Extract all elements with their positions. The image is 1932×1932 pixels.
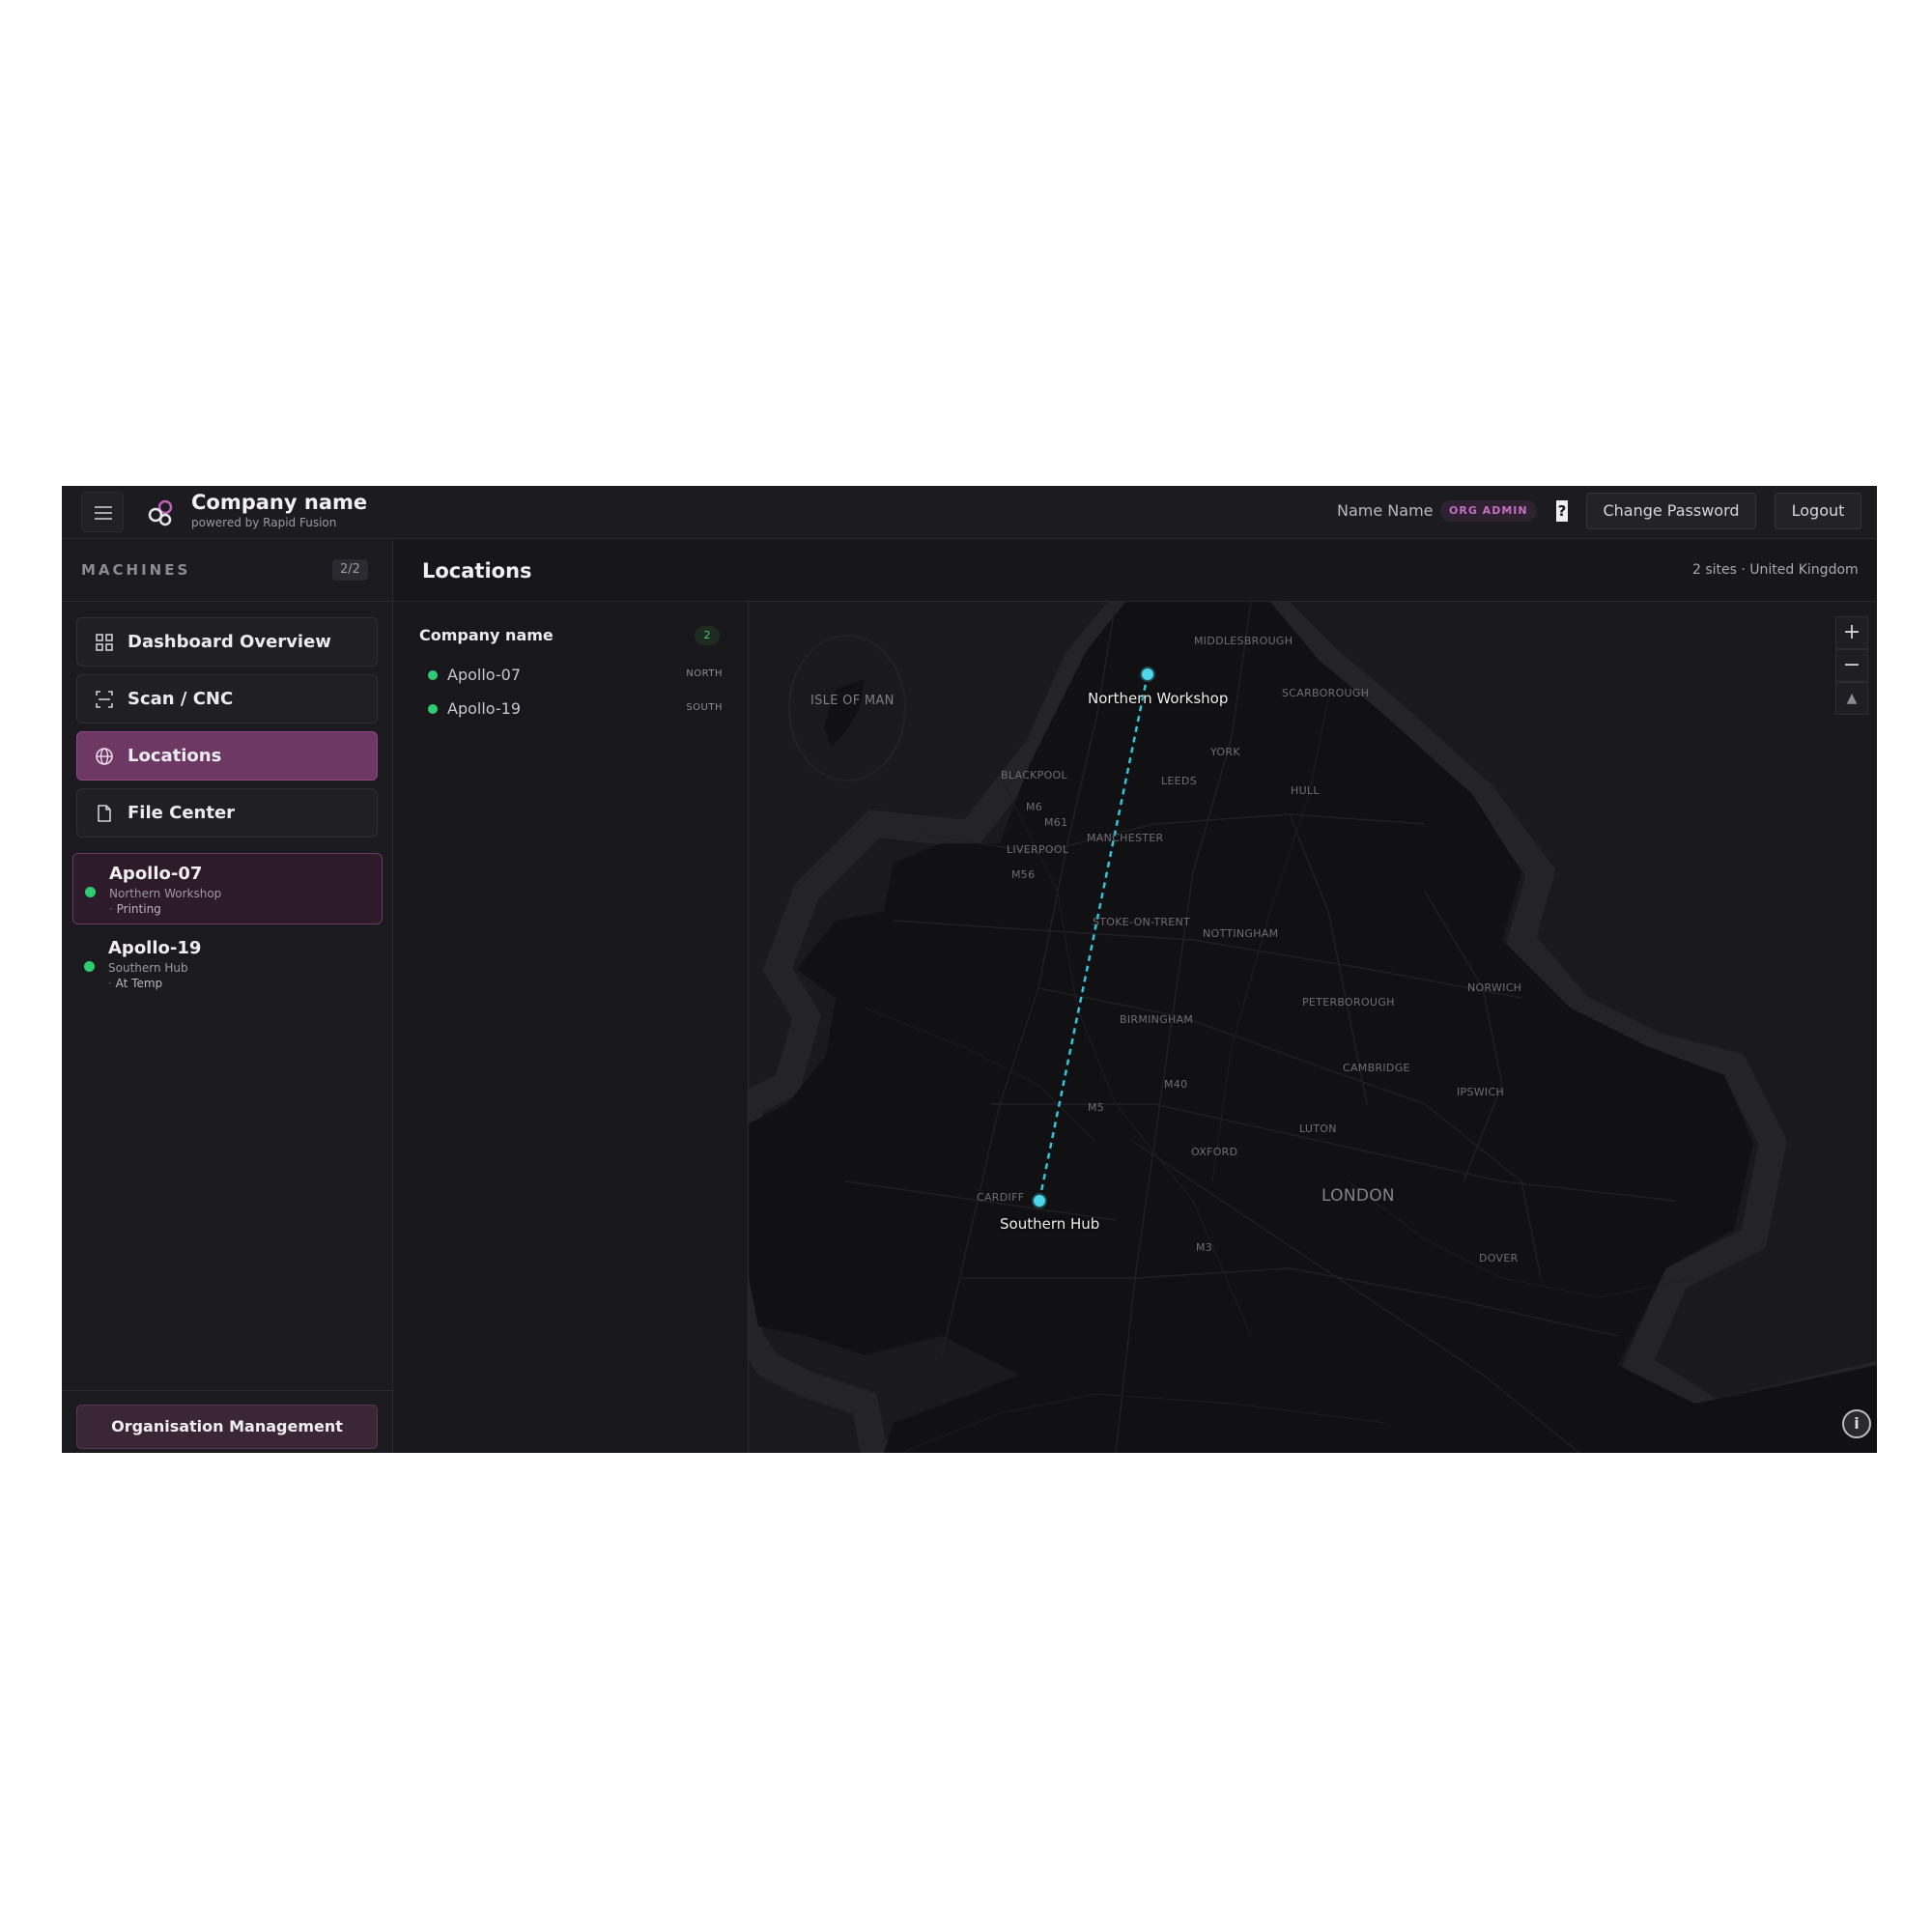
map-place-label: M3 xyxy=(1196,1241,1213,1254)
map-place-label: IPSWICH xyxy=(1457,1086,1505,1098)
group-count-badge: 2 xyxy=(695,626,720,645)
site-row-apollo-07[interactable]: Apollo-07 NORTH xyxy=(428,664,723,687)
machine-status: At Temp xyxy=(108,977,163,990)
sites-summary: 2 sites · United Kingdom xyxy=(1692,562,1859,578)
map-pin-northern-workshop[interactable] xyxy=(1140,667,1155,682)
machine-status: Printing xyxy=(109,902,161,916)
map-info-button[interactable]: i xyxy=(1842,1409,1871,1438)
map-place-label: NORWICH xyxy=(1467,981,1522,994)
map-place-label: OXFORD xyxy=(1191,1146,1238,1158)
map-place-label: BLACKPOOL xyxy=(1001,769,1067,781)
map-pin-label: Southern Hub xyxy=(1000,1215,1100,1233)
machine-location: Southern Hub xyxy=(108,961,188,975)
map-place-label: CAMBRIDGE xyxy=(1343,1062,1410,1074)
site-row-apollo-19[interactable]: Apollo-19 SOUTH xyxy=(428,697,723,721)
nav-label: Dashboard Overview xyxy=(128,632,331,652)
zoom-in-button[interactable]: + xyxy=(1835,616,1868,649)
machines-count-badge: 2/2 xyxy=(332,559,368,581)
site-name: Apollo-19 xyxy=(447,699,521,718)
machines-section-label: MACHINES xyxy=(81,561,191,579)
site-region: NORTH xyxy=(686,668,723,679)
map-place-label: STOKE-ON-TRENT xyxy=(1093,916,1191,928)
nav-file-center[interactable]: File Center xyxy=(76,788,378,838)
status-dot-icon xyxy=(84,961,95,972)
nav-label: Scan / CNC xyxy=(128,689,234,709)
map-place-label: MIDDLESBROUGH xyxy=(1194,635,1293,647)
top-header: Company name powered by Rapid Fusion Nam… xyxy=(62,486,1877,539)
map-place-label: LUTON xyxy=(1299,1122,1337,1135)
map-base-layer xyxy=(749,602,1877,1453)
map-place-label: DOVER xyxy=(1479,1252,1519,1264)
brand-subtitle: powered by Rapid Fusion xyxy=(191,516,337,529)
menu-line-icon xyxy=(95,506,112,508)
map-place-label: LONDON xyxy=(1321,1186,1395,1206)
map-place-label: M5 xyxy=(1088,1101,1105,1114)
group-name: Company name xyxy=(419,626,554,644)
map-place-label: LIVERPOOL xyxy=(1007,843,1069,856)
machine-card-apollo-19[interactable]: Apollo-19 Southern Hub At Temp xyxy=(72,928,383,1000)
map-place-label: M56 xyxy=(1011,868,1036,881)
locations-list-panel: Company name 2 Apollo-07 NORTH Apollo-19… xyxy=(393,602,749,1453)
map-place-label: ISLE OF MAN xyxy=(810,694,895,708)
company-logo-icon xyxy=(148,499,173,526)
machine-name: Apollo-19 xyxy=(108,938,202,958)
grid-icon xyxy=(96,634,113,651)
brand-name: Company name xyxy=(191,491,368,514)
map-place-label: CARDIFF xyxy=(977,1191,1025,1204)
change-password-button[interactable]: Change Password xyxy=(1586,493,1756,529)
menu-line-icon xyxy=(95,518,112,520)
role-badge: ORG ADMIN xyxy=(1440,500,1537,522)
map-place-label: M61 xyxy=(1044,816,1068,829)
nav-dashboard-overview[interactable]: Dashboard Overview xyxy=(76,617,378,667)
menu-line-icon xyxy=(95,512,112,514)
map-place-label: NOTTINGHAM xyxy=(1203,927,1279,940)
nav-locations[interactable]: Locations xyxy=(76,731,378,781)
machine-location: Northern Workshop xyxy=(109,887,222,900)
nav-label: Locations xyxy=(128,746,222,766)
map-pin-southern-hub[interactable] xyxy=(1032,1193,1047,1208)
map-place-label: LEEDS xyxy=(1161,775,1197,787)
map-place-label: MANCHESTER xyxy=(1087,832,1164,844)
scan-icon xyxy=(96,691,113,708)
globe-icon xyxy=(96,748,113,765)
map-place-label: PETERBOROUGH xyxy=(1302,996,1395,1009)
map-place-label: SCARBOROUGH xyxy=(1282,687,1370,699)
site-name: Apollo-07 xyxy=(447,666,521,684)
map-place-label: BIRMINGHAM xyxy=(1120,1013,1194,1026)
status-dot-icon xyxy=(428,670,438,680)
map-place-label: YORK xyxy=(1210,746,1240,758)
compass-reset-button[interactable]: ▲ xyxy=(1835,682,1868,715)
zoom-out-button[interactable]: − xyxy=(1835,649,1868,682)
machine-card-apollo-07[interactable]: Apollo-07 Northern Workshop Printing xyxy=(72,853,383,924)
file-icon xyxy=(98,805,111,822)
nav-scan-cnc[interactable]: Scan / CNC xyxy=(76,674,378,724)
sidebar: MACHINES 2/2 Dashboard Overview Scan / C… xyxy=(62,540,393,1453)
organisation-management-button[interactable]: Organisation Management xyxy=(76,1405,378,1449)
hamburger-menu-button[interactable] xyxy=(81,492,124,532)
status-dot-icon xyxy=(85,887,96,897)
map-place-label: M6 xyxy=(1026,801,1043,813)
app-window: Company name powered by Rapid Fusion Nam… xyxy=(62,486,1877,1453)
help-button[interactable]: ? xyxy=(1556,500,1568,522)
machines-header: MACHINES 2/2 xyxy=(62,540,392,602)
sidebar-footer: Organisation Management xyxy=(62,1390,392,1453)
machine-name: Apollo-07 xyxy=(109,864,203,884)
map-view[interactable]: MIDDLESBROUGH ISLE OF MAN SCARBOROUGH YO… xyxy=(749,602,1877,1453)
logout-button[interactable]: Logout xyxy=(1775,493,1861,529)
user-name: Name Name xyxy=(1337,501,1434,520)
map-place-label: M40 xyxy=(1164,1078,1188,1091)
page-title: Locations xyxy=(422,559,532,582)
nav-label: File Center xyxy=(128,803,236,823)
map-pin-label: Northern Workshop xyxy=(1088,690,1229,707)
site-region: SOUTH xyxy=(686,702,723,713)
status-dot-icon xyxy=(428,704,438,714)
map-place-label: HULL xyxy=(1291,784,1320,797)
